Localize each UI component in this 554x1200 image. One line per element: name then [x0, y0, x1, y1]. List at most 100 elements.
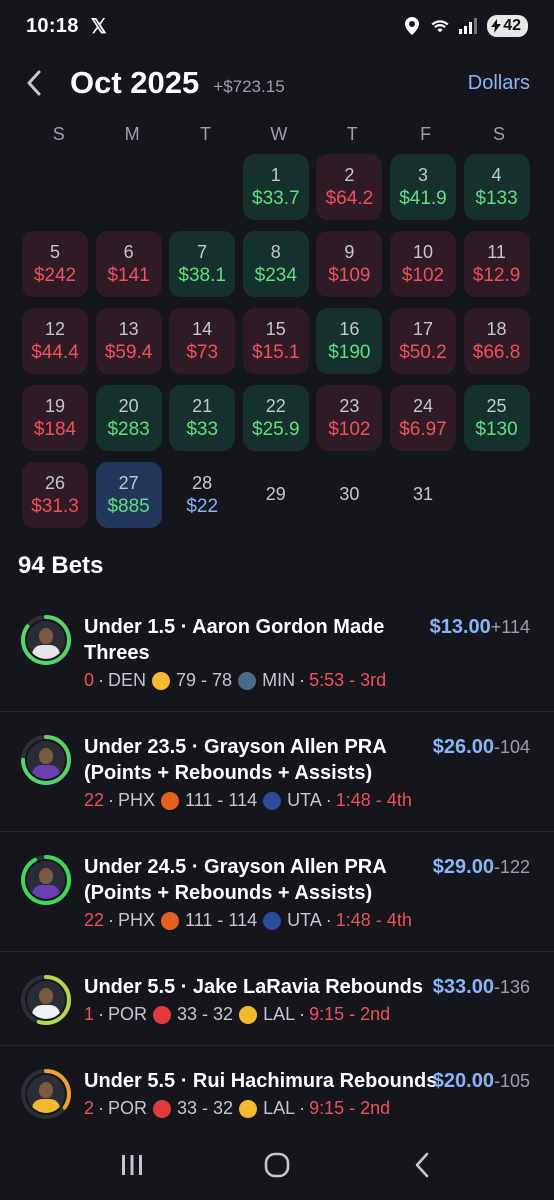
day-amount: $33 — [186, 418, 219, 440]
separator-dot: · — [108, 790, 115, 810]
day-number: 11 — [487, 241, 506, 262]
calendar-day-2[interactable]: 2 $64.2 — [316, 154, 383, 220]
recent-apps-button[interactable] — [112, 1145, 152, 1185]
back-button[interactable] — [402, 1145, 442, 1185]
day-amount: $25.9 — [252, 418, 300, 440]
day-number: 3 — [417, 164, 428, 185]
day-amount: $73 — [186, 341, 219, 363]
calendar-day-3[interactable]: 3 $41.9 — [389, 154, 456, 220]
bet-stake: $33.00-136 — [433, 974, 530, 1000]
calendar-day-29[interactable]: 29 — [243, 462, 309, 528]
back-chevron-icon[interactable] — [22, 68, 46, 98]
day-number: 30 — [339, 483, 360, 504]
calendar-day-31[interactable]: 31 — [390, 462, 456, 528]
away-team-logo-icon — [161, 791, 180, 810]
calendar-day-20[interactable]: 20 $283 — [95, 385, 162, 451]
away-team-logo-icon — [152, 671, 171, 690]
signal-icon — [459, 17, 478, 35]
bet-title: Under 23.5 · Grayson Allen PRA (Points +… — [84, 736, 386, 784]
player-avatar — [27, 861, 65, 899]
day-number: 7 — [197, 241, 208, 262]
day-amount: $66.8 — [472, 341, 521, 363]
separator-dot: · — [98, 1098, 105, 1118]
calendar-day-9[interactable]: 9 $109 — [316, 231, 383, 297]
current-stat: 22 — [84, 910, 105, 930]
current-stat: 1 — [84, 1004, 95, 1024]
home-team: MIN — [262, 670, 296, 690]
home-team-logo-icon — [239, 1005, 258, 1024]
day-number: 2 — [344, 164, 355, 185]
calendar-day-1[interactable]: 1 $33.7 — [242, 154, 309, 220]
calendar-day-16[interactable]: 16 $190 — [316, 308, 383, 374]
day-number: 19 — [44, 395, 66, 416]
calendar-day-23[interactable]: 23 $102 — [316, 385, 383, 451]
calendar-day-10[interactable]: 10 $102 — [389, 231, 456, 297]
battery-indicator: 42 — [487, 15, 528, 37]
bet-row[interactable]: Under 5.5 · Rui Hachimura Rebounds 2 · POR 3… — [0, 1046, 554, 1130]
calendar-day-7[interactable]: 7 $38.1 — [169, 231, 236, 297]
bet-stake: $20.00-105 — [433, 1068, 530, 1094]
calendar-day-28[interactable]: 28 $22 — [169, 462, 235, 528]
day-number: 6 — [123, 241, 134, 262]
day-amount: $102 — [401, 264, 445, 286]
calendar-day-8[interactable]: 8 $234 — [242, 231, 309, 297]
calendar-day-13[interactable]: 13 $59.4 — [95, 308, 162, 374]
day-number: 20 — [118, 395, 139, 416]
calendar-day-11[interactable]: 11 $12.9 — [463, 231, 530, 297]
calendar-day-blank — [22, 154, 88, 220]
player-avatar — [27, 621, 65, 659]
calendar-day-18[interactable]: 18 $66.8 — [463, 308, 530, 374]
day-amount: $64.2 — [325, 187, 374, 209]
game-clock: 1:48 - 4th — [335, 910, 412, 930]
calendar-day-15[interactable]: 15 $15.1 — [242, 308, 309, 374]
calendar-day-25[interactable]: 25 $130 — [463, 385, 530, 451]
player-avatar — [27, 981, 65, 1019]
separator-dot: · — [325, 910, 332, 930]
calendar-day-14[interactable]: 14 $73 — [169, 308, 236, 374]
day-amount: $133 — [475, 187, 518, 209]
day-number: 28 — [192, 472, 213, 493]
stake-amount: $33.00 — [432, 976, 494, 998]
day-amount: $141 — [107, 264, 150, 286]
home-icon — [264, 1152, 290, 1178]
bet-row[interactable]: Under 1.5 · Aaron Gordon Made Threes 0 · DE… — [0, 592, 554, 712]
day-number: 10 — [412, 241, 433, 262]
calendar-day-21[interactable]: 21 $33 — [169, 385, 236, 451]
calendar-day-30[interactable]: 30 — [316, 462, 382, 528]
day-amount: $242 — [33, 264, 77, 286]
bets-list[interactable]: Under 1.5 · Aaron Gordon Made Threes 0 · DE… — [0, 592, 554, 1130]
calendar-day-19[interactable]: 19 $184 — [22, 385, 88, 451]
day-number: 24 — [412, 395, 433, 416]
day-number: 22 — [265, 395, 286, 416]
home-button[interactable] — [257, 1145, 297, 1185]
home-team-logo-icon — [263, 791, 282, 810]
bets-count-title: 94 Bets — [18, 552, 104, 579]
bet-stake: $26.00-104 — [433, 734, 530, 760]
calendar-day-5[interactable]: 5 $242 — [22, 231, 88, 297]
bet-stake: $13.00+114 — [430, 614, 530, 640]
units-toggle[interactable]: Dollars — [468, 72, 530, 95]
day-number: 14 — [192, 318, 213, 339]
calendar-day-4[interactable]: 4 $133 — [463, 154, 530, 220]
calendar-day-27[interactable]: 27 $885 — [95, 462, 162, 528]
calendar-day-24[interactable]: 24 $6.97 — [389, 385, 456, 451]
home-team: UTA — [287, 910, 322, 930]
current-stat: 0 — [84, 670, 95, 690]
current-stat: 2 — [84, 1098, 95, 1118]
away-team: PHX — [118, 790, 156, 810]
battery-level: 42 — [503, 17, 521, 34]
calendar-day-6[interactable]: 6 $141 — [95, 231, 162, 297]
calendar-header: Oct 2025 +$723.15 Dollars — [0, 58, 554, 108]
day-number: 9 — [344, 241, 355, 262]
day-number: 21 — [192, 395, 213, 416]
bet-row[interactable]: Under 24.5 · Grayson Allen PRA (Points +… — [0, 832, 554, 952]
calendar-day-26[interactable]: 26 $31.3 — [22, 462, 88, 528]
bet-row[interactable]: Under 5.5 · Jake LaRavia Rebounds 1 · POR 33… — [0, 952, 554, 1046]
bet-row[interactable]: Under 23.5 · Grayson Allen PRA (Points +… — [0, 712, 554, 832]
weekday-label: F — [420, 124, 432, 144]
player-avatar — [27, 1075, 65, 1113]
weekday-row: S M T W T F S — [22, 124, 536, 145]
calendar-day-22[interactable]: 22 $25.9 — [242, 385, 309, 451]
calendar-day-17[interactable]: 17 $50.2 — [389, 308, 456, 374]
calendar-day-12[interactable]: 12 $44.4 — [22, 308, 88, 374]
